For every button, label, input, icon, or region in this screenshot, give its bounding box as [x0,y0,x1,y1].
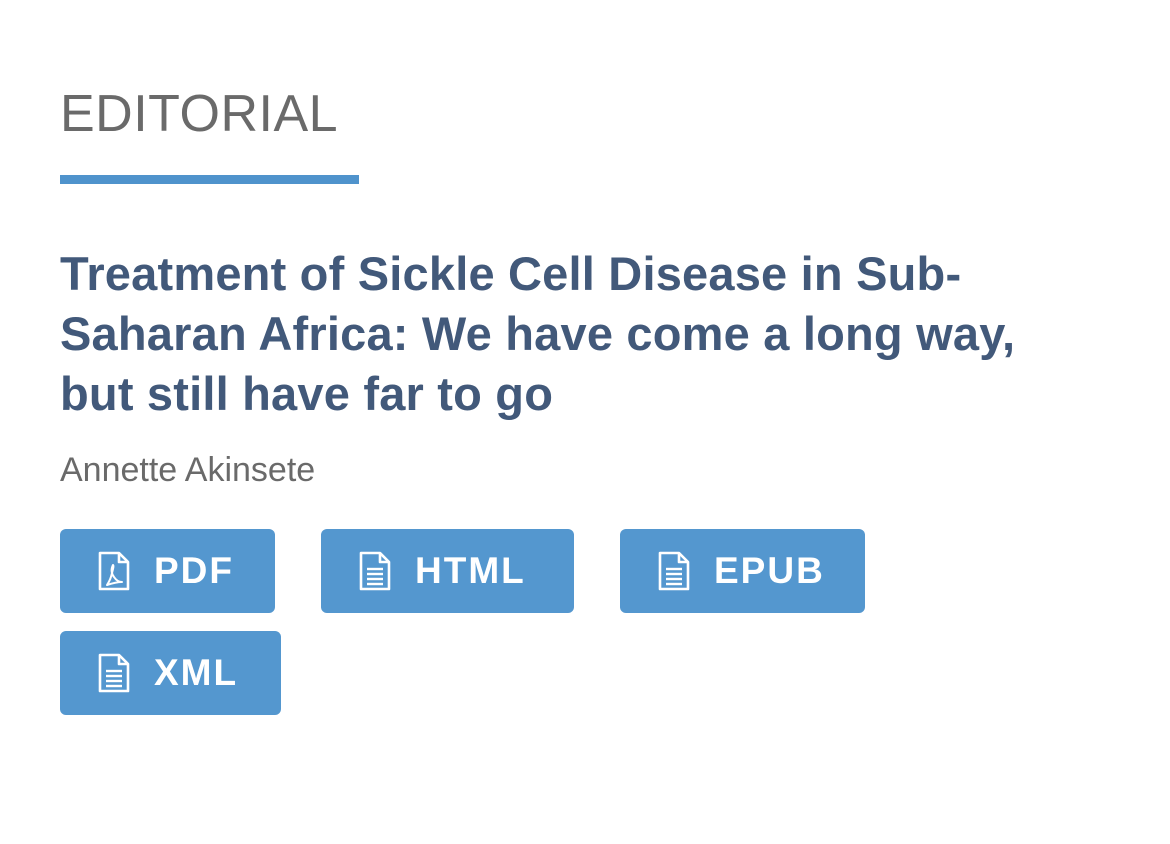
pdf-file-icon [96,551,132,591]
download-epub-button[interactable]: EPUB [620,529,865,613]
view-html-label: HTML [415,550,526,591]
download-epub-label: EPUB [714,550,825,591]
download-pdf-button[interactable]: PDF [60,529,275,613]
download-pdf-label: PDF [154,550,234,591]
author-name[interactable]: Annette Akinsete [60,448,315,492]
section-label: EDITORIAL [60,85,339,143]
article-title: Treatment of Sickle Cell Disease in Sub-… [60,247,1016,420]
section-underline [60,175,359,184]
document-icon [357,551,393,591]
view-html-button[interactable]: HTML [321,529,574,613]
download-xml-button[interactable]: XML [60,631,281,715]
download-xml-label: XML [154,652,239,693]
document-icon [656,551,692,591]
document-icon [96,653,132,693]
